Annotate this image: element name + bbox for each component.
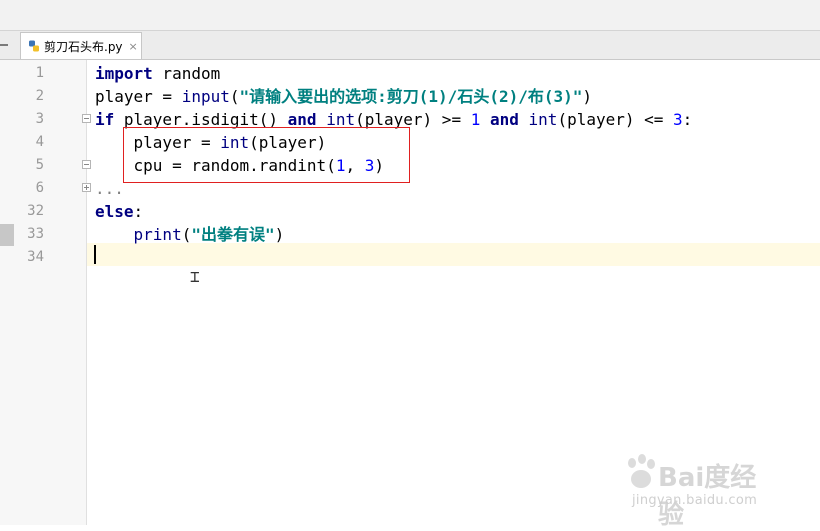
code-line-1: import random [95, 62, 220, 85]
code-text: ) [582, 87, 593, 106]
string-literal: "请输入要出的选项:剪刀(1)/石头(2)/布(3)" [239, 87, 583, 106]
line-number: 6 [35, 180, 44, 196]
code-text: ( [229, 87, 240, 106]
line-number: 3 [35, 111, 44, 127]
number-literal: 1 [470, 110, 481, 129]
tab-close-icon[interactable]: × [129, 40, 138, 53]
code-line-2: player = input("请输入要出的选项:剪刀(1)/石头(2)/布(3… [95, 85, 592, 108]
line-number: 2 [35, 88, 44, 104]
fold-collapse-icon[interactable] [82, 114, 91, 123]
code-text: player = [95, 87, 182, 106]
editor-tab[interactable]: 剪刀石头布.py × [20, 32, 142, 59]
code-line-33: print("出拳有误") [95, 223, 285, 246]
fold-expand-icon[interactable] [82, 183, 91, 192]
editor-tab-bar: 剪刀石头布.py × [0, 31, 820, 60]
code-text: (player) <= [557, 110, 674, 129]
tab-scroll-handle[interactable] [0, 44, 8, 46]
keyword: if [95, 110, 115, 129]
keyword: else [95, 202, 134, 221]
builtin: input [181, 87, 230, 106]
line-number-gutter: 1 2 3 4 5 6 32 33 34 [0, 60, 87, 525]
line-number: 1 [35, 65, 44, 81]
baidu-jingyan-watermark: Bai度经验 jingyan.baidu.com [624, 447, 774, 530]
number-literal: 3 [673, 110, 683, 129]
line-number: 4 [35, 134, 44, 150]
keyword: and [489, 110, 519, 129]
line-number: 5 [35, 157, 44, 173]
line-number: 33 [27, 226, 44, 242]
fold-collapse-icon[interactable] [82, 160, 91, 169]
builtin: print [133, 225, 182, 244]
code-text: : [133, 202, 144, 221]
watermark-url: jingyan.baidu.com [632, 493, 758, 508]
i-beam-cursor-icon: ⌶ [190, 267, 200, 286]
paw-logo-icon [628, 454, 655, 488]
window-toolbar [0, 0, 820, 31]
code-text: random [152, 64, 221, 83]
current-line-highlight [87, 243, 820, 266]
python-file-icon [28, 40, 40, 52]
tab-filename: 剪刀石头布.py [44, 39, 123, 54]
string-literal: "出拳有误" [191, 225, 275, 244]
folded-placeholder[interactable]: ... [95, 179, 124, 198]
folded-region[interactable]: ... [95, 177, 124, 200]
builtin: int [528, 110, 558, 129]
line-number: 34 [27, 249, 44, 265]
code-text: ( [181, 225, 192, 244]
line-number: 32 [27, 203, 44, 219]
code-text: : [682, 110, 693, 129]
text-caret [94, 245, 96, 264]
code-line-32: else: [95, 200, 143, 223]
code-editor[interactable]: 1 2 3 4 5 6 32 33 34 import random playe… [0, 60, 820, 530]
code-text: ) [274, 225, 285, 244]
highlight-annotation-box [123, 127, 410, 183]
keyword: import [95, 64, 153, 83]
